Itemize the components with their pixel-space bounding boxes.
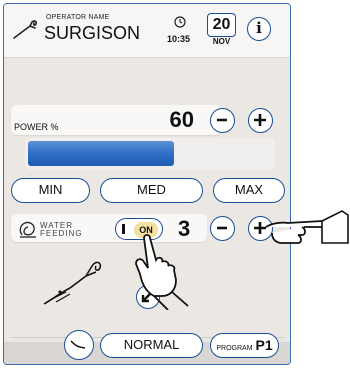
minus-icon xyxy=(217,226,227,230)
program-button[interactable]: PROGRAM P1 xyxy=(210,333,279,358)
power-label: POWER % xyxy=(14,122,59,132)
pointing-hand-icon xyxy=(265,210,349,244)
minus-icon xyxy=(217,118,227,122)
power-increase-button[interactable] xyxy=(248,108,273,133)
info-button[interactable]: i xyxy=(247,17,271,41)
water-drop-icon xyxy=(19,221,36,238)
clock-icon xyxy=(174,16,186,28)
curve-button[interactable] xyxy=(64,330,94,360)
preset-med-button[interactable]: MED xyxy=(100,178,203,203)
handpiece-drawing-icon xyxy=(43,261,102,305)
curve-icon xyxy=(70,340,86,349)
power-value: 60 xyxy=(169,107,194,132)
water-decrease-button[interactable] xyxy=(210,216,235,241)
program-value: P1 xyxy=(255,337,273,353)
device-screen: OPERATOR NAME SURGISON 10:35 20 NOV i PO… xyxy=(3,3,291,365)
pointing-hand-icon xyxy=(135,234,189,310)
water-label-line2: FEEDING xyxy=(40,229,83,238)
power-level-fill xyxy=(28,141,174,166)
operator-name-label: OPERATOR NAME xyxy=(46,14,110,21)
water-feeding-label: WATER FEEDING xyxy=(40,222,83,238)
preset-max-button[interactable]: MAX xyxy=(213,178,285,203)
power-decrease-button[interactable] xyxy=(210,108,235,133)
toggle-bar-icon xyxy=(122,224,125,234)
preset-min-button[interactable]: MIN xyxy=(11,178,90,203)
date-day[interactable]: 20 xyxy=(207,13,236,37)
program-label: PROGRAM xyxy=(216,345,253,352)
mode-normal-button[interactable]: NORMAL xyxy=(100,333,203,358)
dental-handpiece-icon xyxy=(13,20,37,39)
info-icon: i xyxy=(256,19,262,37)
operator-name: SURGISON xyxy=(44,23,141,43)
clock-time: 10:35 xyxy=(167,34,191,44)
plus-icon xyxy=(254,114,266,126)
date-month: NOV xyxy=(212,37,231,46)
